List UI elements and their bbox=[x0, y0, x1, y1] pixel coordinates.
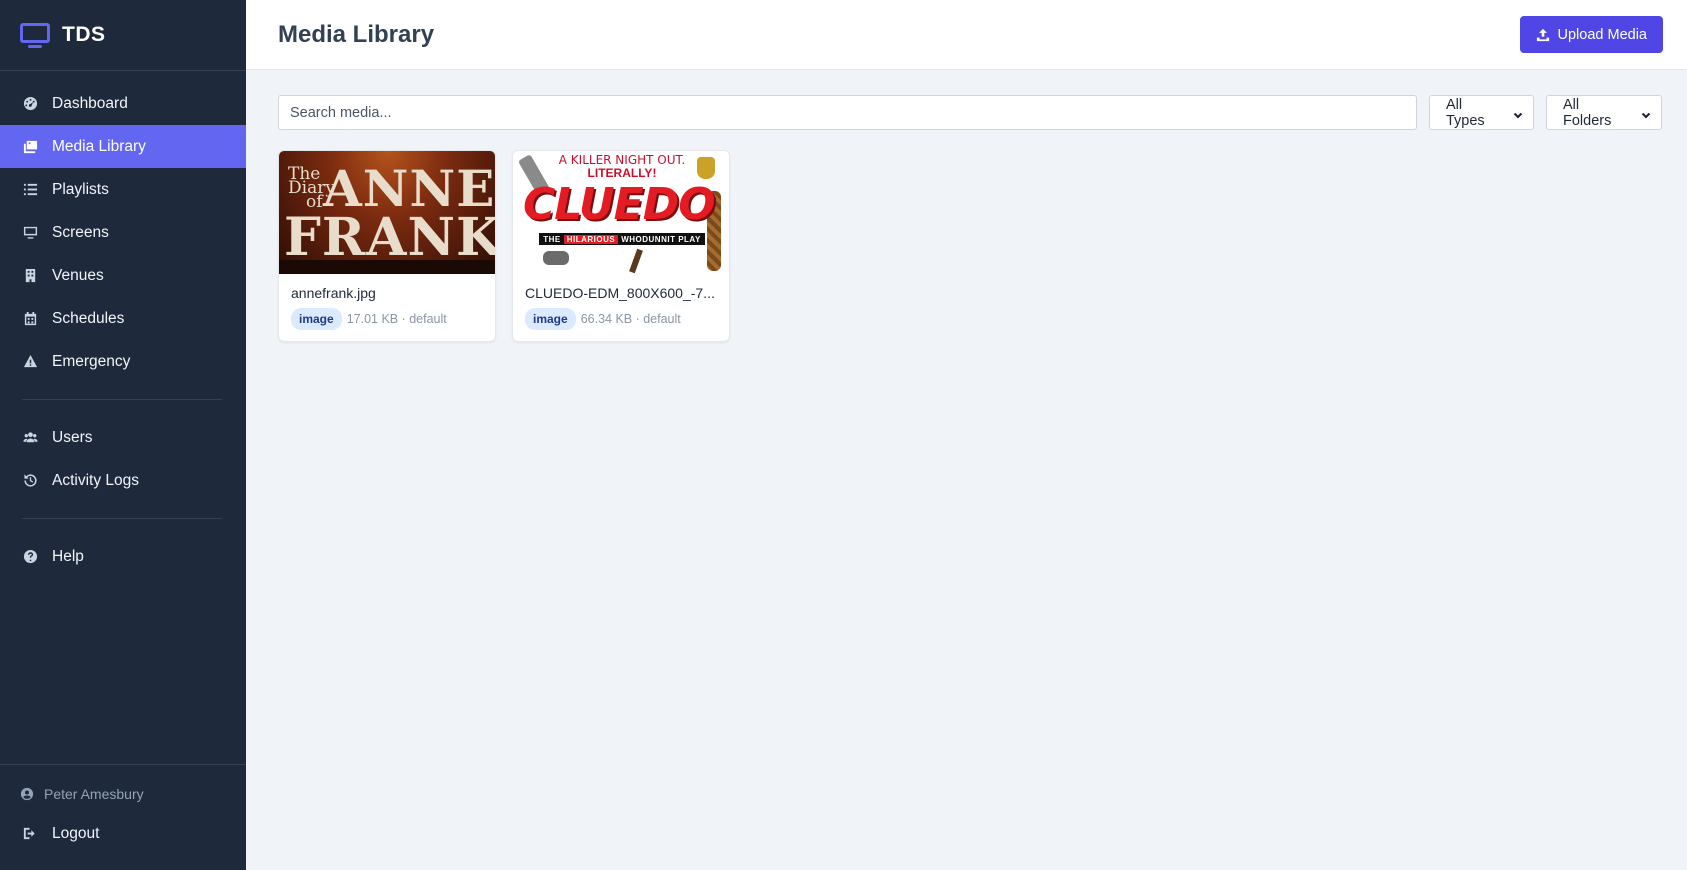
main-content: Media Library Upload Media All Types All… bbox=[246, 0, 1687, 870]
chevron-down-icon bbox=[1513, 108, 1523, 119]
thumbnail-text: A KILLER NIGHT OUT. bbox=[558, 153, 686, 167]
help-icon bbox=[22, 549, 38, 565]
sidebar-item-help[interactable]: Help bbox=[0, 535, 246, 578]
main-nav: Dashboard Media Library Playlists Screen… bbox=[0, 71, 246, 578]
building-icon bbox=[22, 268, 38, 284]
page-header: Media Library Upload Media bbox=[246, 0, 1687, 70]
sidebar-item-media-library[interactable]: Media Library bbox=[0, 125, 246, 168]
page-title: Media Library bbox=[278, 20, 435, 48]
pipe-graphic bbox=[543, 251, 569, 265]
media-icon bbox=[22, 139, 38, 155]
logout-button[interactable]: Logout bbox=[0, 811, 246, 857]
search-input[interactable] bbox=[278, 95, 1417, 130]
calendar-icon bbox=[22, 311, 38, 327]
nav-divider bbox=[22, 518, 222, 519]
user-name: Peter Amesbury bbox=[44, 786, 144, 802]
sidebar-item-label: Media Library bbox=[52, 137, 146, 155]
brand[interactable]: TDS bbox=[0, 0, 246, 71]
monitor-icon bbox=[22, 225, 38, 241]
sidebar-item-playlists[interactable]: Playlists bbox=[0, 168, 246, 211]
warning-icon bbox=[22, 354, 38, 370]
sidebar-item-label: Activity Logs bbox=[52, 471, 140, 489]
sidebar-item-users[interactable]: Users bbox=[0, 416, 246, 459]
nav-divider bbox=[22, 399, 222, 400]
sidebar-item-label: Playlists bbox=[52, 180, 109, 198]
users-icon bbox=[22, 430, 38, 446]
upload-icon bbox=[1536, 28, 1550, 42]
media-meta: 66.34 KB · default bbox=[580, 312, 681, 326]
sidebar-item-schedules[interactable]: Schedules bbox=[0, 297, 246, 340]
sidebar-item-emergency[interactable]: Emergency bbox=[0, 340, 246, 383]
sidebar-item-venues[interactable]: Venues bbox=[0, 254, 246, 297]
thumbnail-title: CLUEDO bbox=[523, 179, 716, 230]
logout-label: Logout bbox=[52, 825, 100, 842]
logout-icon bbox=[22, 826, 38, 842]
sidebar-item-label: Users bbox=[52, 428, 93, 446]
media-card[interactable]: The Diary of ANNE FRANK annefrank.jpg im… bbox=[278, 150, 496, 342]
history-icon bbox=[22, 473, 38, 489]
upload-media-label: Upload Media bbox=[1557, 26, 1647, 43]
type-filter-select[interactable]: All Types bbox=[1429, 95, 1534, 130]
sidebar-item-label: Emergency bbox=[52, 352, 131, 370]
sidebar-item-label: Screens bbox=[52, 223, 109, 241]
media-grid: The Diary of ANNE FRANK annefrank.jpg im… bbox=[278, 150, 746, 342]
upload-media-button[interactable]: Upload Media bbox=[1519, 16, 1663, 53]
dagger-graphic bbox=[629, 248, 643, 274]
sidebar-item-label: Schedules bbox=[52, 309, 125, 327]
media-toolbar: All Types All Folders bbox=[278, 95, 1662, 130]
media-filename: CLUEDO-EDM_800X600_-7... bbox=[525, 285, 715, 301]
sidebar-item-label: Dashboard bbox=[52, 94, 128, 112]
sidebar-item-label: Help bbox=[52, 547, 84, 565]
chevron-down-icon bbox=[1641, 108, 1651, 119]
dashboard-icon bbox=[22, 96, 38, 112]
sidebar-item-label: Venues bbox=[52, 266, 104, 284]
media-type-badge: image bbox=[291, 308, 342, 330]
media-meta: 17.01 KB · default bbox=[346, 312, 447, 326]
user-circle-icon bbox=[20, 787, 34, 801]
thumbnail-title: FRANK bbox=[284, 207, 496, 268]
app-name: TDS bbox=[62, 23, 106, 46]
list-icon bbox=[22, 182, 38, 198]
thumbnail-strip: THE HILARIOUS WHODUNNIT PLAY bbox=[539, 233, 705, 245]
sidebar-item-activity-logs[interactable]: Activity Logs bbox=[0, 459, 246, 502]
sidebar-item-screens[interactable]: Screens bbox=[0, 211, 246, 254]
media-card[interactable]: A KILLER NIGHT OUT. LITERALLY! CLUEDO TH… bbox=[512, 150, 730, 342]
media-thumbnail: A KILLER NIGHT OUT. LITERALLY! CLUEDO TH… bbox=[513, 151, 729, 274]
folder-filter-value: All Folders bbox=[1563, 96, 1612, 129]
thumbnail-text: LITERALLY! bbox=[587, 166, 657, 180]
folder-filter-select[interactable]: All Folders bbox=[1546, 95, 1662, 130]
current-user: Peter Amesbury bbox=[0, 777, 246, 811]
media-thumbnail: The Diary of ANNE FRANK bbox=[279, 151, 496, 274]
media-filename: annefrank.jpg bbox=[291, 285, 376, 301]
sidebar: TDS Dashboard Media Library Playlists Sc… bbox=[0, 0, 246, 870]
media-type-badge: image bbox=[525, 308, 576, 330]
sidebar-footer: Peter Amesbury Logout bbox=[0, 764, 246, 870]
sidebar-item-dashboard[interactable]: Dashboard bbox=[0, 82, 246, 125]
thumbnail-title: ANNE bbox=[323, 159, 496, 218]
tv-logo-icon bbox=[20, 23, 50, 48]
type-filter-value: All Types bbox=[1446, 96, 1485, 129]
